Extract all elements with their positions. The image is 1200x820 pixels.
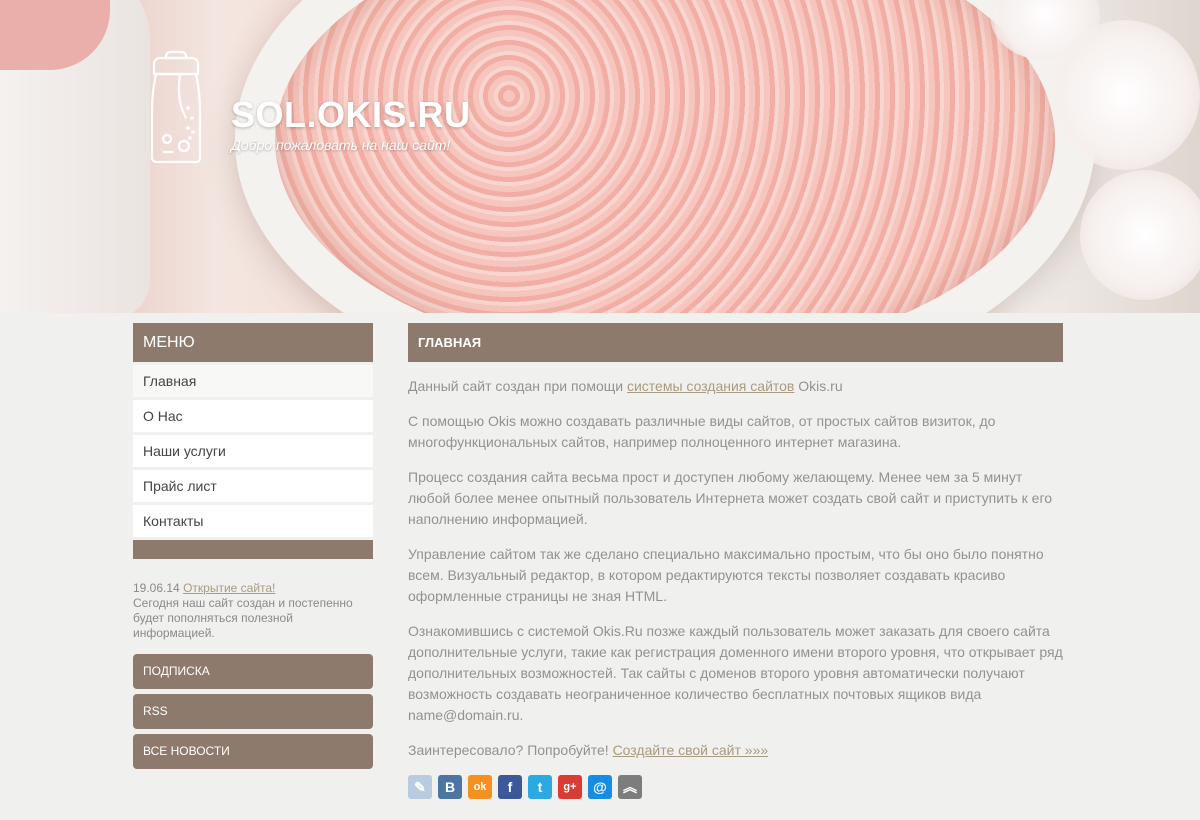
- menu-list: Главная О Нас Наши услуги Прайс лист Кон…: [133, 362, 373, 537]
- twitter-icon[interactable]: t: [528, 775, 552, 799]
- menu-item-services[interactable]: Наши услуги: [133, 435, 373, 467]
- site-slogan: Добро пожаловать на наш сайт!: [231, 137, 451, 153]
- sidebar-buttons: ПОДПИСКА RSS ВСЕ НОВОСТИ: [133, 654, 373, 769]
- create-site-link[interactable]: Создайте свой сайт »»»: [613, 742, 769, 758]
- livejournal-icon[interactable]: ✎: [408, 775, 432, 799]
- site-title[interactable]: SOL.OKIS.RU: [231, 94, 471, 136]
- rss-button[interactable]: RSS: [133, 694, 373, 729]
- menu-item-about[interactable]: О Нас: [133, 400, 373, 432]
- mail-ru-icon[interactable]: @: [588, 775, 612, 799]
- news-title-link[interactable]: Открытие сайта!: [183, 581, 275, 595]
- salt-shaker-icon[interactable]: [146, 48, 206, 163]
- more-share-icon[interactable]: ︽: [618, 775, 642, 799]
- vkontakte-icon[interactable]: B: [438, 775, 462, 799]
- paragraph-text: Заинтересовало? Попробуйте!: [408, 742, 613, 758]
- paragraph-text: С помощью Okis можно создавать различные…: [408, 413, 996, 450]
- paragraph-text: Данный сайт создан при помощи: [408, 378, 627, 394]
- page-title: ГЛАВНАЯ: [408, 323, 1063, 362]
- social-share-bar: ✎ Bok f t g+ @ ︽: [408, 775, 1063, 799]
- all-news-button[interactable]: ВСЕ НОВОСТИ: [133, 734, 373, 769]
- paragraph-text: Ознакомившись с системой Okis.Ru позже к…: [408, 623, 1063, 723]
- site-header: SOL.OKIS.RU Добро пожаловать на наш сайт…: [0, 0, 1200, 313]
- paragraph-text: Управление сайтом так же сделано специал…: [408, 546, 1044, 604]
- main-content: ГЛАВНАЯ Данный сайт создан при помощи си…: [408, 323, 1063, 799]
- google-plus-icon[interactable]: g+: [558, 775, 582, 799]
- menu-item-contacts[interactable]: Контакты: [133, 505, 373, 537]
- news-text: Сегодня наш сайт создан и постепенно буд…: [133, 596, 353, 640]
- paragraph-text: Процесс создания сайта весьма прост и до…: [408, 469, 1053, 527]
- news-block: 19.06.14 Открытие сайта! Сегодня наш сай…: [133, 581, 373, 641]
- subscribe-button[interactable]: ПОДПИСКА: [133, 654, 373, 689]
- menu-footer: [133, 540, 373, 559]
- facebook-icon[interactable]: f: [498, 775, 522, 799]
- paragraph-intro: Данный сайт создан при помощи системы со…: [408, 376, 1063, 397]
- menu-item-home[interactable]: Главная: [133, 365, 373, 397]
- news-date: 19.06.14: [133, 581, 180, 595]
- site-builder-link[interactable]: системы создания сайтов: [627, 378, 794, 394]
- menu-item-price-list[interactable]: Прайс лист: [133, 470, 373, 502]
- odnoklassniki-icon[interactable]: ok: [468, 775, 492, 799]
- paragraph-cta: Заинтересовало? Попробуйте! Создайте сво…: [408, 740, 1063, 761]
- sidebar: МЕНЮ Главная О Нас Наши услуги Прайс лис…: [133, 323, 373, 774]
- paragraph-text: Okis.ru: [794, 378, 843, 394]
- menu-title: МЕНЮ: [133, 323, 373, 362]
